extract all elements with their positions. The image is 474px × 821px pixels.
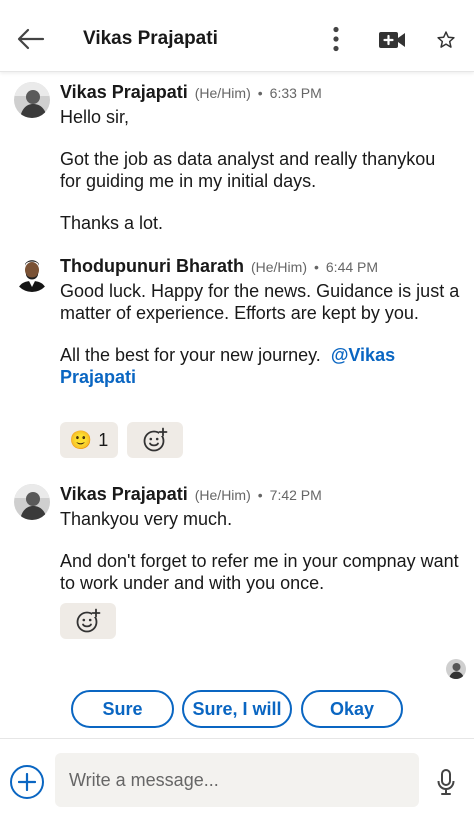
separator-dot: • [257,487,263,503]
message-time: 6:44 PM [325,259,379,275]
conversation-header: Vikas Prajapati [0,0,474,72]
message-body: Hello sir, Got the job as data analyst a… [60,106,460,234]
add-reaction-icon [76,608,101,633]
reaction-chip[interactable]: 🙂 1 [60,422,118,458]
sender-pronouns: (He/Him) [194,85,251,101]
sender-pronouns: (He/Him) [194,487,251,503]
message-paragraph: And don't forget to refer me in your com… [60,551,459,593]
reaction-count: 1 [98,429,109,450]
sender-name[interactable]: Vikas Prajapati [60,484,188,505]
suggestion-chip[interactable]: Sure [71,690,174,728]
plus-icon [18,773,36,791]
message-text: All the best for your new journey. [60,345,321,365]
message-paragraph: Thankyou very much. [60,509,233,529]
message-body: Good luck. Happy for the news. Guidance … [60,280,460,388]
message-paragraph: Got the job as data analyst and really t… [60,149,436,191]
sender-pronouns: (He/Him) [250,259,307,275]
message-body: Thankyou very much. And don't forget to … [60,508,460,594]
message-composer [0,738,474,821]
message-time: 7:42 PM [269,487,322,503]
smile-emoji-icon: 🙂 [69,429,93,450]
sender-name[interactable]: Vikas Prajapati [60,82,188,103]
add-reaction-button[interactable] [60,603,116,639]
avatar[interactable] [14,82,50,118]
message-time: 6:33 PM [269,85,322,101]
add-reaction-button[interactable] [127,422,183,458]
suggestion-chip[interactable]: Okay [301,690,403,728]
arrow-left-icon [17,28,45,50]
avatar[interactable] [14,256,50,292]
suggestion-chip[interactable]: Sure, I will [182,690,292,728]
avatar[interactable] [14,484,50,520]
suggested-replies: Sure Sure, I will Okay [0,690,474,728]
more-options-button[interactable] [326,24,346,54]
message-paragraph: Good luck. Happy for the news. Guidance … [60,281,460,323]
sender-name[interactable]: Thodupunuri Bharath [60,256,244,277]
message-paragraph: Thanks a lot. [60,213,164,233]
separator-dot: • [313,259,319,275]
message-paragraph: Hello sir, [60,107,130,127]
add-reaction-icon [143,427,168,452]
microphone-icon [437,769,455,795]
video-plus-icon [379,32,405,48]
star-outline-icon [437,31,455,48]
more-vertical-icon [333,26,339,52]
message-input[interactable] [55,753,419,807]
video-call-button[interactable] [376,26,408,54]
message-paragraph: All the best for your new journey. @Vika… [60,344,460,388]
voice-message-button[interactable] [434,767,458,797]
separator-dot: • [257,85,263,101]
add-attachment-button[interactable] [10,765,44,799]
star-button[interactable] [432,26,460,54]
read-receipt-avatar [446,659,466,679]
conversation-title[interactable]: Vikas Prajapati [83,28,218,50]
back-button[interactable] [14,22,48,56]
